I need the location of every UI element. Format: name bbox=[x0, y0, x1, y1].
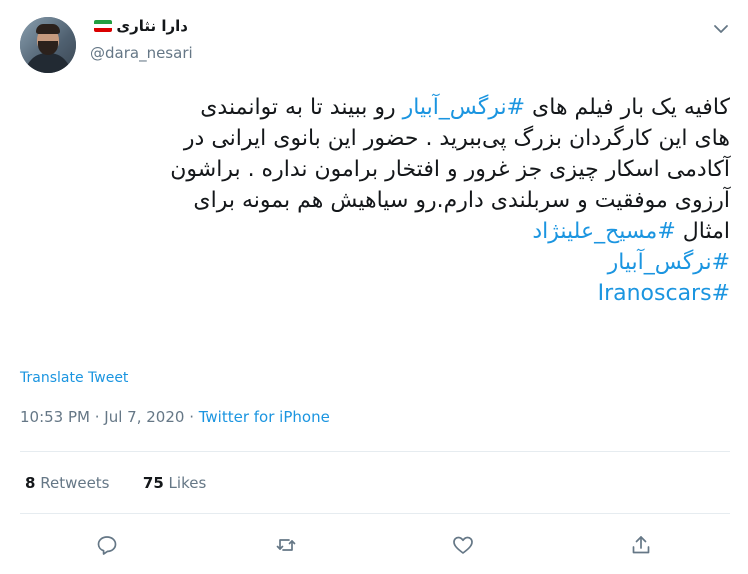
tweet-text: کافیه یک بار فیلم های #نرگس_آبیار رو ببی… bbox=[18, 92, 730, 309]
chevron-down-icon[interactable] bbox=[711, 19, 731, 39]
user-name-text: دارا نثاری bbox=[116, 17, 188, 35]
divider bbox=[20, 513, 730, 514]
tweet-line-2: های این کارگردان بزرگ پی‌ببرید . حضور ای… bbox=[183, 126, 730, 151]
tweet-date[interactable]: Jul 7, 2020 bbox=[104, 408, 184, 426]
reply-icon[interactable] bbox=[92, 530, 122, 560]
tweet-line-1: کافیه یک بار فیلم های #نرگس_آبیار رو ببی… bbox=[18, 92, 730, 123]
likes-count: 75 bbox=[142, 474, 164, 492]
tweet-time[interactable]: 10:53 PM bbox=[20, 408, 90, 426]
tweet-actions bbox=[0, 530, 748, 560]
hashtag-link[interactable]: #مسیح_علینژاد bbox=[532, 219, 675, 244]
meta-separator: · bbox=[184, 408, 199, 426]
retweets-count: 8 bbox=[25, 474, 36, 492]
hashtag-link[interactable]: #Iranoscars bbox=[598, 281, 730, 306]
tweet-line-5: امثال #مسیح_علینژاد bbox=[18, 216, 730, 247]
user-display-name[interactable]: دارا نثاری bbox=[94, 17, 188, 35]
retweets-stat[interactable]: 8 Retweets bbox=[25, 474, 110, 492]
user-handle[interactable]: @dara_nesari bbox=[90, 44, 193, 62]
tweet-line-4: آرزوی موفقیت و سربلندی دارم.رو سیاهیش هم… bbox=[193, 188, 730, 213]
tweet-text-segment: رو ببیند تا به توانمندی bbox=[200, 95, 403, 120]
meta-separator: · bbox=[89, 408, 105, 426]
tweet-stats: 8 Retweets 75 Likes bbox=[25, 474, 206, 492]
avatar[interactable] bbox=[20, 17, 76, 73]
iran-flag-icon bbox=[94, 20, 113, 32]
tweet-card: دارا نثاری @dara_nesari کافیه یک بار فیل… bbox=[0, 0, 748, 574]
share-icon[interactable] bbox=[626, 530, 656, 560]
hashtag-link[interactable]: #نرگس_آبیار bbox=[403, 95, 525, 120]
likes-stat[interactable]: 75 Likes bbox=[143, 474, 206, 492]
divider bbox=[20, 451, 730, 452]
tweet-meta: 10:53 PM · Jul 7, 2020 · Twitter for iPh… bbox=[20, 408, 330, 426]
hashtag-link[interactable]: #نرگس_آبیار bbox=[608, 250, 730, 275]
tweet-source-link[interactable]: Twitter for iPhone bbox=[199, 408, 330, 426]
tweet-line-7: #Iranoscars bbox=[18, 278, 730, 309]
tweet-text-segment: کافیه یک بار فیلم های bbox=[525, 95, 730, 120]
retweets-label: Retweets bbox=[40, 474, 110, 492]
translate-tweet-link[interactable]: Translate Tweet bbox=[20, 370, 128, 386]
retweet-icon[interactable] bbox=[271, 530, 301, 560]
tweet-line-3: آکادمی اسکار چیزی جز غرور و افتخار برامو… bbox=[170, 157, 730, 182]
tweet-line-6: #نرگس_آبیار bbox=[18, 247, 730, 278]
tweet-text-segment: امثال bbox=[675, 219, 730, 244]
likes-label: Likes bbox=[168, 474, 207, 492]
like-icon[interactable] bbox=[448, 530, 478, 560]
